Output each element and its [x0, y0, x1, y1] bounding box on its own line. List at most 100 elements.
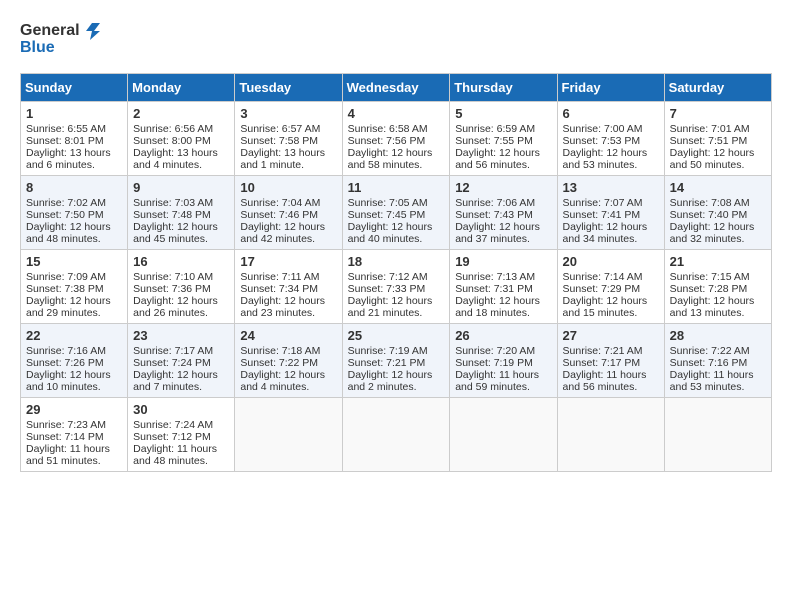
sunset-text: Sunset: 7:34 PM: [240, 283, 336, 295]
day-number: 28: [670, 328, 766, 343]
calendar-day-cell: 12Sunrise: 7:06 AMSunset: 7:43 PMDayligh…: [450, 176, 557, 250]
calendar-day-cell: 30Sunrise: 7:24 AMSunset: 7:12 PMDayligh…: [128, 398, 235, 472]
weekday-header-monday: Monday: [128, 74, 235, 102]
sunrise-text: Sunrise: 7:12 AM: [348, 271, 445, 283]
day-number: 21: [670, 254, 766, 269]
calendar-day-cell: 22Sunrise: 7:16 AMSunset: 7:26 PMDayligh…: [21, 324, 128, 398]
calendar-empty-cell: [450, 398, 557, 472]
daylight-text: Daylight: 12 hours and 37 minutes.: [455, 221, 551, 245]
calendar-day-cell: 5Sunrise: 6:59 AMSunset: 7:55 PMDaylight…: [450, 102, 557, 176]
weekday-header-tuesday: Tuesday: [235, 74, 342, 102]
daylight-text: Daylight: 12 hours and 53 minutes.: [563, 147, 659, 171]
sunrise-text: Sunrise: 7:00 AM: [563, 123, 659, 135]
calendar-day-cell: 23Sunrise: 7:17 AMSunset: 7:24 PMDayligh…: [128, 324, 235, 398]
day-number: 23: [133, 328, 229, 343]
sunset-text: Sunset: 7:53 PM: [563, 135, 659, 147]
day-number: 25: [348, 328, 445, 343]
sunrise-text: Sunrise: 6:56 AM: [133, 123, 229, 135]
day-number: 19: [455, 254, 551, 269]
calendar-day-cell: 4Sunrise: 6:58 AMSunset: 7:56 PMDaylight…: [342, 102, 450, 176]
daylight-text: Daylight: 12 hours and 4 minutes.: [240, 369, 336, 393]
calendar-day-cell: 27Sunrise: 7:21 AMSunset: 7:17 PMDayligh…: [557, 324, 664, 398]
day-number: 10: [240, 180, 336, 195]
calendar-day-cell: 26Sunrise: 7:20 AMSunset: 7:19 PMDayligh…: [450, 324, 557, 398]
sunset-text: Sunset: 7:43 PM: [455, 209, 551, 221]
daylight-text: Daylight: 11 hours and 59 minutes.: [455, 369, 551, 393]
sunset-text: Sunset: 7:16 PM: [670, 357, 766, 369]
daylight-text: Daylight: 12 hours and 34 minutes.: [563, 221, 659, 245]
calendar-day-cell: 2Sunrise: 6:56 AMSunset: 8:00 PMDaylight…: [128, 102, 235, 176]
day-number: 22: [26, 328, 122, 343]
sunset-text: Sunset: 7:17 PM: [563, 357, 659, 369]
calendar-week-row: 8Sunrise: 7:02 AMSunset: 7:50 PMDaylight…: [21, 176, 772, 250]
daylight-text: Daylight: 12 hours and 45 minutes.: [133, 221, 229, 245]
weekday-header-thursday: Thursday: [450, 74, 557, 102]
daylight-text: Daylight: 12 hours and 29 minutes.: [26, 295, 122, 319]
daylight-text: Daylight: 12 hours and 26 minutes.: [133, 295, 229, 319]
sunset-text: Sunset: 7:12 PM: [133, 431, 229, 443]
sunset-text: Sunset: 7:48 PM: [133, 209, 229, 221]
daylight-text: Daylight: 12 hours and 58 minutes.: [348, 147, 445, 171]
calendar-week-row: 1Sunrise: 6:55 AMSunset: 8:01 PMDaylight…: [21, 102, 772, 176]
calendar-day-cell: 16Sunrise: 7:10 AMSunset: 7:36 PMDayligh…: [128, 250, 235, 324]
calendar-day-cell: 6 Sunrise: 7:00 AMSunset: 7:53 PMDaylight…: [557, 102, 664, 176]
sunset-text: Sunset: 7:46 PM: [240, 209, 336, 221]
weekday-header-wednesday: Wednesday: [342, 74, 450, 102]
sunset-text: Sunset: 7:40 PM: [670, 209, 766, 221]
sunrise-text: Sunrise: 7:23 AM: [26, 419, 122, 431]
calendar-header-row: SundayMondayTuesdayWednesdayThursdayFrid…: [21, 74, 772, 102]
daylight-text: Daylight: 13 hours and 6 minutes.: [26, 147, 122, 171]
sunrise-text: Sunrise: 7:17 AM: [133, 345, 229, 357]
day-number: 6: [563, 106, 659, 121]
sunset-text: Sunset: 7:19 PM: [455, 357, 551, 369]
sunset-text: Sunset: 7:14 PM: [26, 431, 122, 443]
daylight-text: Daylight: 11 hours and 53 minutes.: [670, 369, 766, 393]
weekday-header-saturday: Saturday: [664, 74, 771, 102]
calendar-day-cell: 15Sunrise: 7:09 AMSunset: 7:38 PMDayligh…: [21, 250, 128, 324]
weekday-header-sunday: Sunday: [21, 74, 128, 102]
day-number: 12: [455, 180, 551, 195]
calendar-day-cell: 7Sunrise: 7:01 AMSunset: 7:51 PMDaylight…: [664, 102, 771, 176]
daylight-text: Daylight: 12 hours and 32 minutes.: [670, 221, 766, 245]
sunset-text: Sunset: 7:21 PM: [348, 357, 445, 369]
daylight-text: Daylight: 13 hours and 1 minute.: [240, 147, 336, 171]
sunrise-text: Sunrise: 7:15 AM: [670, 271, 766, 283]
calendar-day-cell: 10Sunrise: 7:04 AMSunset: 7:46 PMDayligh…: [235, 176, 342, 250]
sunset-text: Sunset: 7:45 PM: [348, 209, 445, 221]
day-number: 18: [348, 254, 445, 269]
day-number: 24: [240, 328, 336, 343]
calendar-day-cell: 25Sunrise: 7:19 AMSunset: 7:21 PMDayligh…: [342, 324, 450, 398]
calendar-day-cell: 18 Sunrise: 7:12 AMSunset: 7:33 PMDayligh…: [342, 250, 450, 324]
calendar-day-cell: 21Sunrise: 7:15 AMSunset: 7:28 PMDayligh…: [664, 250, 771, 324]
sunset-text: Sunset: 7:33 PM: [348, 283, 445, 295]
daylight-text: Daylight: 11 hours and 51 minutes.: [26, 443, 122, 467]
calendar-day-cell: 3Sunrise: 6:57 AMSunset: 7:58 PMDaylight…: [235, 102, 342, 176]
daylight-text: Daylight: 12 hours and 21 minutes.: [348, 295, 445, 319]
sunrise-text: Sunrise: 7:20 AM: [455, 345, 551, 357]
day-number: 11: [348, 180, 445, 195]
day-number: 4: [348, 106, 445, 121]
daylight-text: Daylight: 13 hours and 4 minutes.: [133, 147, 229, 171]
calendar-day-cell: 8Sunrise: 7:02 AMSunset: 7:50 PMDaylight…: [21, 176, 128, 250]
calendar-empty-cell: [342, 398, 450, 472]
daylight-text: Daylight: 12 hours and 2 minutes.: [348, 369, 445, 393]
sunset-text: Sunset: 8:01 PM: [26, 135, 122, 147]
sunset-text: Sunset: 7:55 PM: [455, 135, 551, 147]
calendar-day-cell: 17Sunrise: 7:11 AMSunset: 7:34 PMDayligh…: [235, 250, 342, 324]
calendar-day-cell: 1Sunrise: 6:55 AMSunset: 8:01 PMDaylight…: [21, 102, 128, 176]
logo-container: General Blue: [20, 20, 102, 57]
logo-text-blue: Blue: [20, 38, 55, 57]
sunrise-text: Sunrise: 7:05 AM: [348, 197, 445, 209]
daylight-text: Daylight: 11 hours and 48 minutes.: [133, 443, 229, 467]
day-number: 1: [26, 106, 122, 121]
calendar-week-row: 15Sunrise: 7:09 AMSunset: 7:38 PMDayligh…: [21, 250, 772, 324]
sunrise-text: Sunrise: 7:03 AM: [133, 197, 229, 209]
sunrise-text: Sunrise: 7:07 AM: [563, 197, 659, 209]
daylight-text: Daylight: 12 hours and 48 minutes.: [26, 221, 122, 245]
calendar-empty-cell: [235, 398, 342, 472]
sunset-text: Sunset: 7:38 PM: [26, 283, 122, 295]
sunset-text: Sunset: 7:51 PM: [670, 135, 766, 147]
sunset-text: Sunset: 7:36 PM: [133, 283, 229, 295]
sunrise-text: Sunrise: 7:10 AM: [133, 271, 229, 283]
daylight-text: Daylight: 12 hours and 13 minutes.: [670, 295, 766, 319]
